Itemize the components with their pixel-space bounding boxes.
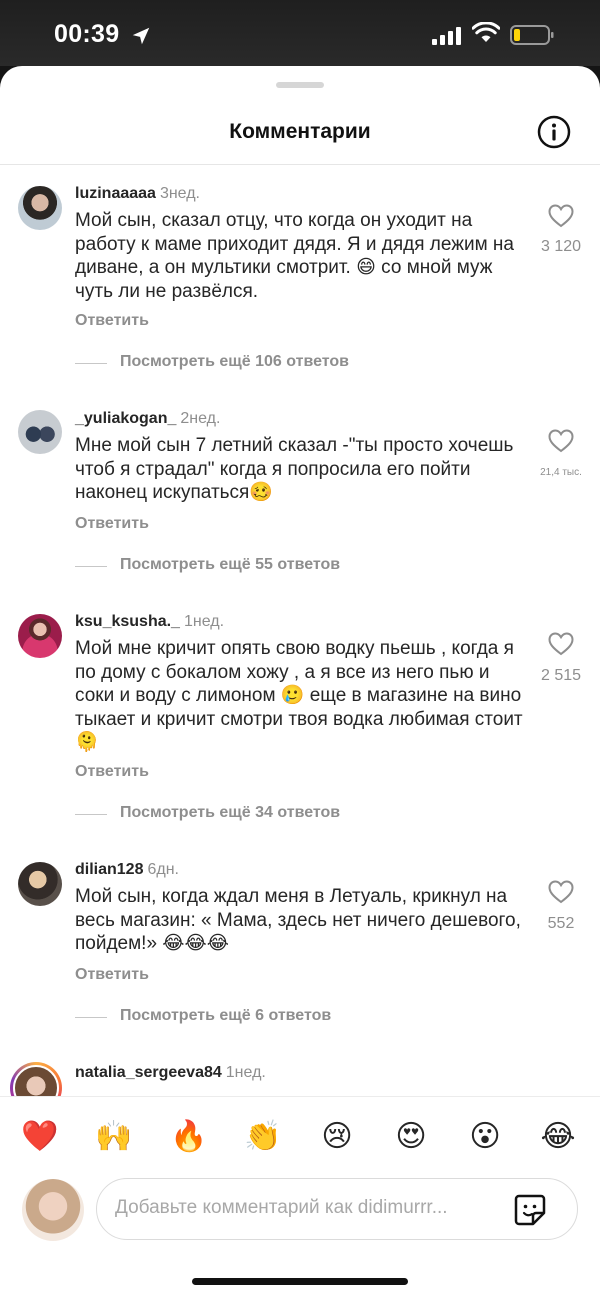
heart-icon[interactable] [548, 204, 574, 228]
view-replies-label: Посмотреть ещё 6 ответов [120, 1007, 332, 1024]
my-avatar [22, 1179, 84, 1241]
avatar[interactable] [18, 410, 62, 454]
avatar[interactable] [18, 614, 62, 658]
emoji-clap[interactable]: 👏 [243, 1117, 283, 1157]
header-divider [0, 164, 600, 165]
home-indicator [192, 1278, 408, 1285]
view-replies-label: Посмотреть ещё 106 ответов [120, 353, 350, 370]
heart-icon[interactable] [548, 429, 574, 453]
comment-username[interactable]: _yuliakogan_ 2нед. [75, 410, 220, 428]
sheet-title: Комментарии [229, 120, 371, 143]
comment-time: 1нед. [183, 613, 225, 630]
comment-username[interactable]: dilian128 6дн. [75, 861, 179, 879]
comment-text: Мне мой сын 7 летний сказал -"ты просто … [75, 435, 514, 503]
emoji-cry[interactable]: 😢 [317, 1117, 357, 1157]
emoji-heart[interactable]: ❤️ [20, 1117, 60, 1157]
emoji-surprised[interactable]: 😮 [465, 1117, 505, 1157]
reply-button[interactable]: Ответить [75, 312, 149, 330]
replies-line [75, 1017, 107, 1018]
emoji-laughing[interactable]: 😂 [538, 1117, 578, 1157]
sticker-icon[interactable] [513, 1193, 547, 1227]
heart-icon[interactable] [548, 880, 574, 904]
info-icon[interactable] [537, 115, 571, 149]
reply-button[interactable]: Ответить [75, 966, 149, 984]
comment-input-placeholder: Добавьте комментарий как didimurrr... [115, 1197, 448, 1218]
cellular-signal-icon [432, 27, 461, 45]
avatar[interactable] [18, 186, 62, 230]
quick-emoji-bar: ❤️ 🙌 🔥 👏 😢 😍 😮 😂 [0, 1096, 600, 1176]
comment-username[interactable]: luzinaaaaa 3нед. [75, 185, 200, 203]
comment-time: 6дн. [147, 861, 179, 878]
comments-sheet: Комментарии luzinaaaaa 3нед. Мой сын, ска… [0, 66, 600, 1297]
comment-time: 1нед. [225, 1064, 266, 1081]
view-replies-label: Посмотреть ещё 34 ответов [120, 804, 341, 821]
like-count: 2 515 [540, 667, 582, 684]
replies-line [75, 566, 107, 567]
reply-button[interactable]: Ответить [75, 763, 149, 781]
comment-input[interactable]: Добавьте комментарий как didimurrr... [96, 1178, 578, 1240]
like-count: 21,4 тыс. [540, 467, 582, 478]
status-time: 00:39 [54, 20, 120, 48]
comment-username[interactable]: natalia_sergeeva84 1нед. [75, 1064, 266, 1082]
comment-text: Мой сын, сказал отцу, что когда он уходи… [75, 210, 514, 302]
comment-time: 3нед. [159, 185, 200, 202]
replies-line [75, 814, 107, 815]
location-arrow-icon [132, 27, 150, 45]
emoji-heart-eyes[interactable]: 😍 [391, 1117, 431, 1157]
comment-text: Мой сын, когда ждал меня в Летуаль, крик… [75, 886, 521, 954]
comment-composer: Добавьте комментарий как didimurrr... [0, 1176, 600, 1297]
emoji-fire[interactable]: 🔥 [169, 1117, 209, 1157]
wifi-icon [472, 22, 500, 42]
comment-text: Мой мне кричит опять свою водку пьешь , … [75, 638, 523, 753]
sheet-grabber[interactable] [276, 82, 324, 88]
view-replies-label: Посмотреть ещё 55 ответов [120, 556, 341, 573]
emoji-raised-hands[interactable]: 🙌 [94, 1117, 134, 1157]
comment-username[interactable]: ksu_ksusha._ 1нед. [75, 613, 224, 631]
heart-icon[interactable] [548, 632, 574, 656]
battery-low-icon [510, 25, 554, 45]
like-count: 3 120 [540, 238, 582, 255]
like-count: 552 [547, 915, 575, 932]
comment-time: 2нед. [180, 410, 221, 427]
replies-line [75, 363, 107, 364]
reply-button[interactable]: Ответить [75, 515, 149, 533]
status-bar: 00:39 [0, 0, 600, 66]
avatar[interactable] [18, 862, 62, 906]
